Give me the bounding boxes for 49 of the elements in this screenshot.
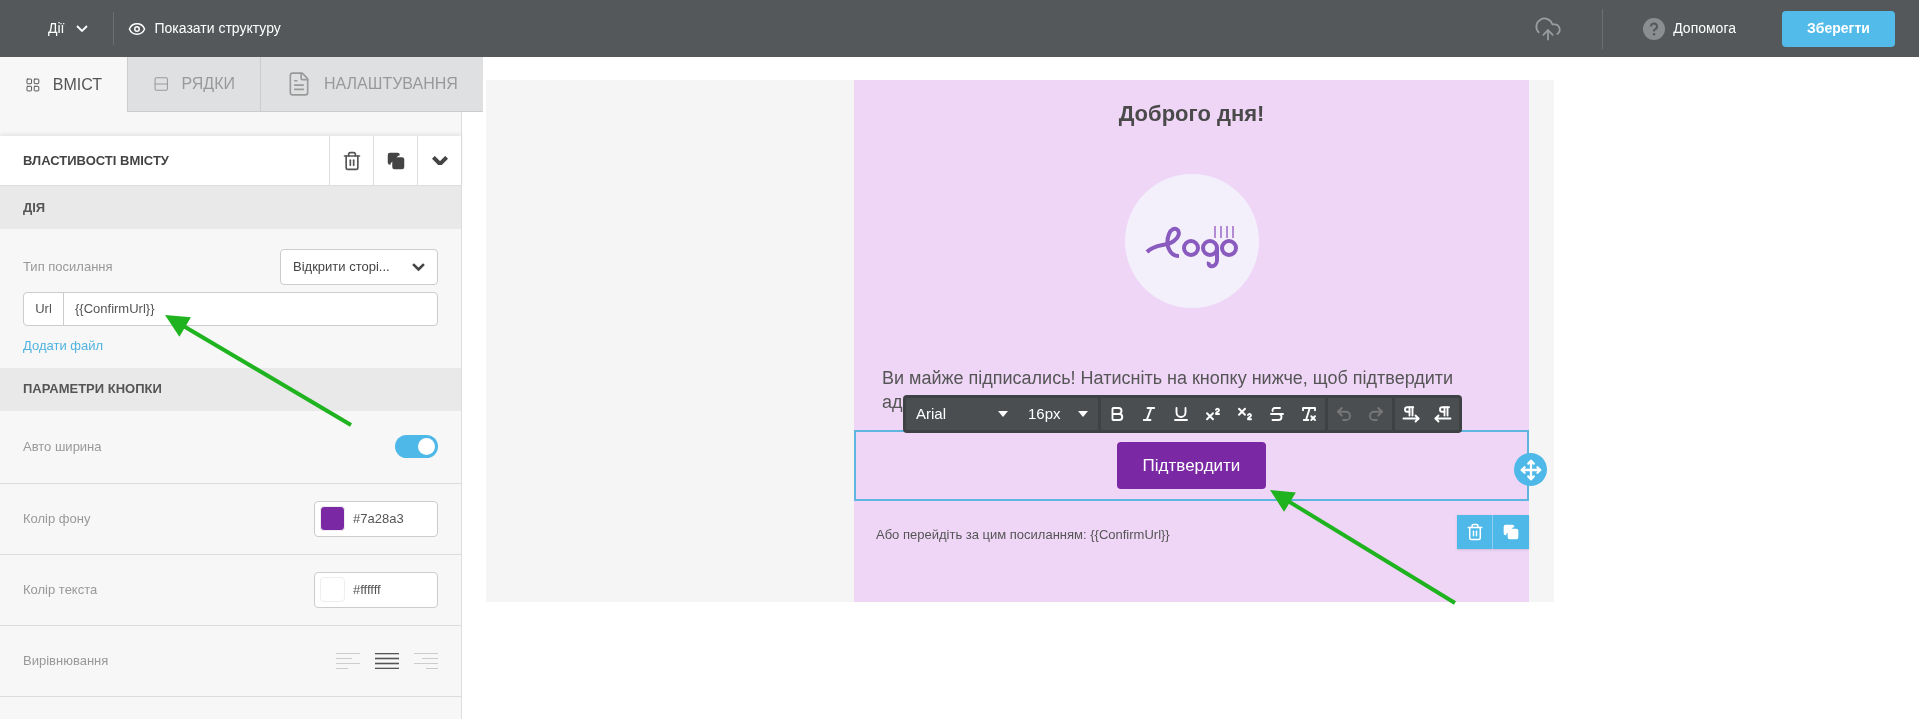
chevron-down-icon — [412, 263, 425, 271]
auto-width-toggle[interactable] — [395, 435, 438, 458]
trash-icon — [341, 150, 362, 171]
clear-icon — [1300, 405, 1318, 423]
section-title: ПАРАМЕТРИ КНОПКИ — [23, 380, 162, 399]
move-icon — [1519, 458, 1542, 481]
font-select[interactable]: Arial — [906, 398, 1018, 430]
actions-menu[interactable]: Дії — [48, 18, 89, 39]
trash-icon — [1465, 523, 1484, 541]
subscript-icon — [1236, 405, 1254, 423]
field-label: Колір текста — [23, 580, 98, 599]
color-field[interactable]: #7a28a3 — [314, 500, 438, 537]
field-label: Авто ширина — [23, 437, 102, 456]
font-size-select[interactable]: 16px — [1018, 398, 1098, 430]
help-button[interactable]: Допомога — [1643, 17, 1736, 40]
color-value: #ffffff — [353, 580, 381, 599]
properties-title: ВЛАСТИВОСТІ ВМІСТУ — [22, 151, 170, 170]
email-heading: Доброго дня! — [1118, 100, 1265, 128]
link-type-select[interactable]: Відкрити сторі... — [280, 249, 438, 285]
field-label: Колір фону — [23, 509, 91, 528]
email-paragraph: Ви майже підписались! Натисніть на кнопку нижче, щоб підтвердити — [882, 368, 1454, 388]
help-icon — [1643, 17, 1666, 40]
undo-icon — [1335, 405, 1353, 423]
field-label: Вирівнювання — [23, 651, 109, 670]
copy-icon — [1503, 524, 1519, 540]
redo-icon — [1367, 405, 1385, 423]
section-title: ДІЯ — [23, 198, 46, 217]
ltr-icon — [1402, 405, 1420, 423]
url-prefix: Url — [24, 293, 64, 325]
confirm-button[interactable]: Підтвердити — [1117, 442, 1266, 489]
caret-icon — [1078, 411, 1088, 417]
rtl-icon — [1434, 405, 1452, 423]
color-value: #7a28a3 — [353, 509, 404, 528]
url-value: {{ConfirmUrl}} — [74, 300, 155, 319]
caret-icon — [998, 411, 1008, 417]
url-field[interactable]: Url {{ConfirmUrl}} — [23, 292, 438, 326]
align-center-icon[interactable] — [375, 652, 399, 669]
underline-icon — [1172, 405, 1190, 423]
chevron-down-icon — [76, 24, 89, 33]
email-paragraph: ад — [882, 392, 903, 412]
chevron-down-icon — [431, 155, 448, 166]
email-footer-text: Або перейдіть за цим посиланням: {{ConfirmUrl}} — [876, 526, 1170, 544]
show-structure-button[interactable]: Показати структуру — [128, 18, 281, 39]
superscript-icon — [1204, 405, 1222, 423]
copy-icon — [386, 151, 405, 170]
field-label: Тип посилання — [23, 258, 113, 277]
color-field[interactable]: #ffffff — [314, 571, 438, 608]
italic-icon — [1140, 405, 1158, 423]
strike-icon — [1268, 405, 1286, 423]
